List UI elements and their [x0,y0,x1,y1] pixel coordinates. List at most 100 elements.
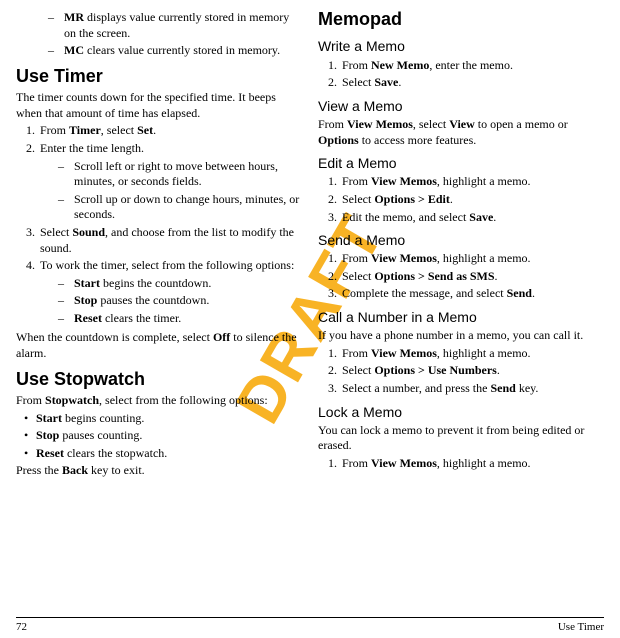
right-column: Memopad Write a Memo From New Memo, ente… [318,8,604,604]
edit-memo-heading: Edit a Memo [318,154,604,172]
t: clears the stopwatch. [64,446,167,460]
list-item: From View Memos, highlight a memo. [340,346,604,362]
t: . [493,210,496,224]
t: begins counting. [62,411,144,425]
edit-memo-steps: From View Memos, highlight a memo. Selec… [318,174,604,225]
item-rest: displays value currently stored in memor… [64,10,289,40]
write-memo-heading: Write a Memo [318,37,604,55]
item-bold: MR [64,10,84,24]
t: From [16,393,45,407]
b: Reset [36,446,64,460]
t: When the countdown is complete, select [16,330,213,344]
list-item: Select Save. [340,75,604,91]
b: Stopwatch [45,393,99,407]
content-columns: MR displays value currently stored in me… [16,8,604,604]
b: Stop [36,428,59,442]
list-item: Enter the time length. Scroll left or ri… [38,141,302,223]
t: From [318,117,347,131]
b: View Memos [371,346,437,360]
list-item: Reset clears the stopwatch. [24,446,302,462]
b: Options > Send as SMS [374,269,494,283]
b: Stop [74,293,97,307]
t: , select [101,123,137,137]
t: To work the timer, select from the follo… [40,258,294,272]
t: , enter the memo. [429,58,513,72]
t: Select a number, and press the [342,381,490,395]
use-timer-intro: The timer counts down for the specified … [16,90,302,121]
t: From [342,174,371,188]
t: key. [516,381,539,395]
t: . [495,269,498,283]
list-item: Edit the memo, and select Save. [340,210,604,226]
b: View Memos [371,251,437,265]
list-item: Start begins the countdown. [62,276,302,292]
send-memo-steps: From View Memos, highlight a memo. Selec… [318,251,604,302]
list-item: From View Memos, highlight a memo. [340,456,604,472]
b: Reset [74,311,102,325]
t: , select from the following options: [99,393,268,407]
t: , highlight a memo. [437,174,531,188]
lock-memo-intro: You can lock a memo to prevent it from b… [318,423,604,454]
t: Select [342,269,374,283]
b: Back [62,463,88,477]
b: View Memos [347,117,413,131]
list-item: Select Options > Send as SMS. [340,269,604,285]
b: Save [469,210,493,224]
page-number: 72 [16,620,27,634]
t: Select [342,363,374,377]
list-item: Reset clears the timer. [62,311,302,327]
t: Select [342,75,374,89]
t: to access more features. [359,133,477,147]
list-item: Select a number, and press the Send key. [340,381,604,397]
t: From [342,456,371,470]
t: , select [413,117,449,131]
t: Press the [16,463,62,477]
write-memo-steps: From New Memo, enter the memo. Select Sa… [318,58,604,91]
b: Options > Use Numbers [374,363,497,377]
b: Timer [69,123,101,137]
t: pauses the countdown. [97,293,209,307]
footer-section: Use Timer [558,620,604,634]
t: , highlight a memo. [437,346,531,360]
b: Options > Edit [374,192,450,206]
t: . [398,75,401,89]
item-rest: clears value currently stored in memory. [84,43,280,57]
b: Start [36,411,62,425]
b: Start [74,276,100,290]
t: Edit the memo, and select [342,210,469,224]
t: . [450,192,453,206]
use-timer-heading: Use Timer [16,65,302,88]
t: Enter the time length. [40,141,144,155]
t: . [153,123,156,137]
use-timer-steps: From Timer, select Set. Enter the time l… [16,123,302,326]
call-memo-heading: Call a Number in a Memo [318,308,604,326]
list-item: From New Memo, enter the memo. [340,58,604,74]
sub-list: Start begins the countdown. Stop pauses … [40,276,302,327]
stopwatch-outro: Press the Back key to exit. [16,463,302,479]
list-item: Complete the message, and select Send. [340,286,604,302]
list-item: To work the timer, select from the follo… [38,258,302,326]
page-footer: 72 Use Timer [16,617,604,634]
b: Off [213,330,230,344]
t: key to exit. [88,463,145,477]
b: Options [318,133,359,147]
list-item: MR displays value currently stored in me… [52,10,302,41]
list-item: Select Options > Use Numbers. [340,363,604,379]
t: clears the timer. [102,311,181,325]
t: begins the countdown. [100,276,211,290]
b: Sound [72,225,105,239]
lock-memo-heading: Lock a Memo [318,403,604,421]
t: , highlight a memo. [437,456,531,470]
t: From [342,346,371,360]
send-memo-heading: Send a Memo [318,231,604,249]
view-memo-heading: View a Memo [318,97,604,115]
list-item: Stop pauses counting. [24,428,302,444]
t: Select [342,192,374,206]
b: View Memos [371,456,437,470]
t: From [342,251,371,265]
t: Select [40,225,72,239]
list-item: Stop pauses the countdown. [62,293,302,309]
b: Save [374,75,398,89]
list-item: From View Memos, highlight a memo. [340,251,604,267]
list-item: Scroll left or right to move between hou… [62,159,302,190]
